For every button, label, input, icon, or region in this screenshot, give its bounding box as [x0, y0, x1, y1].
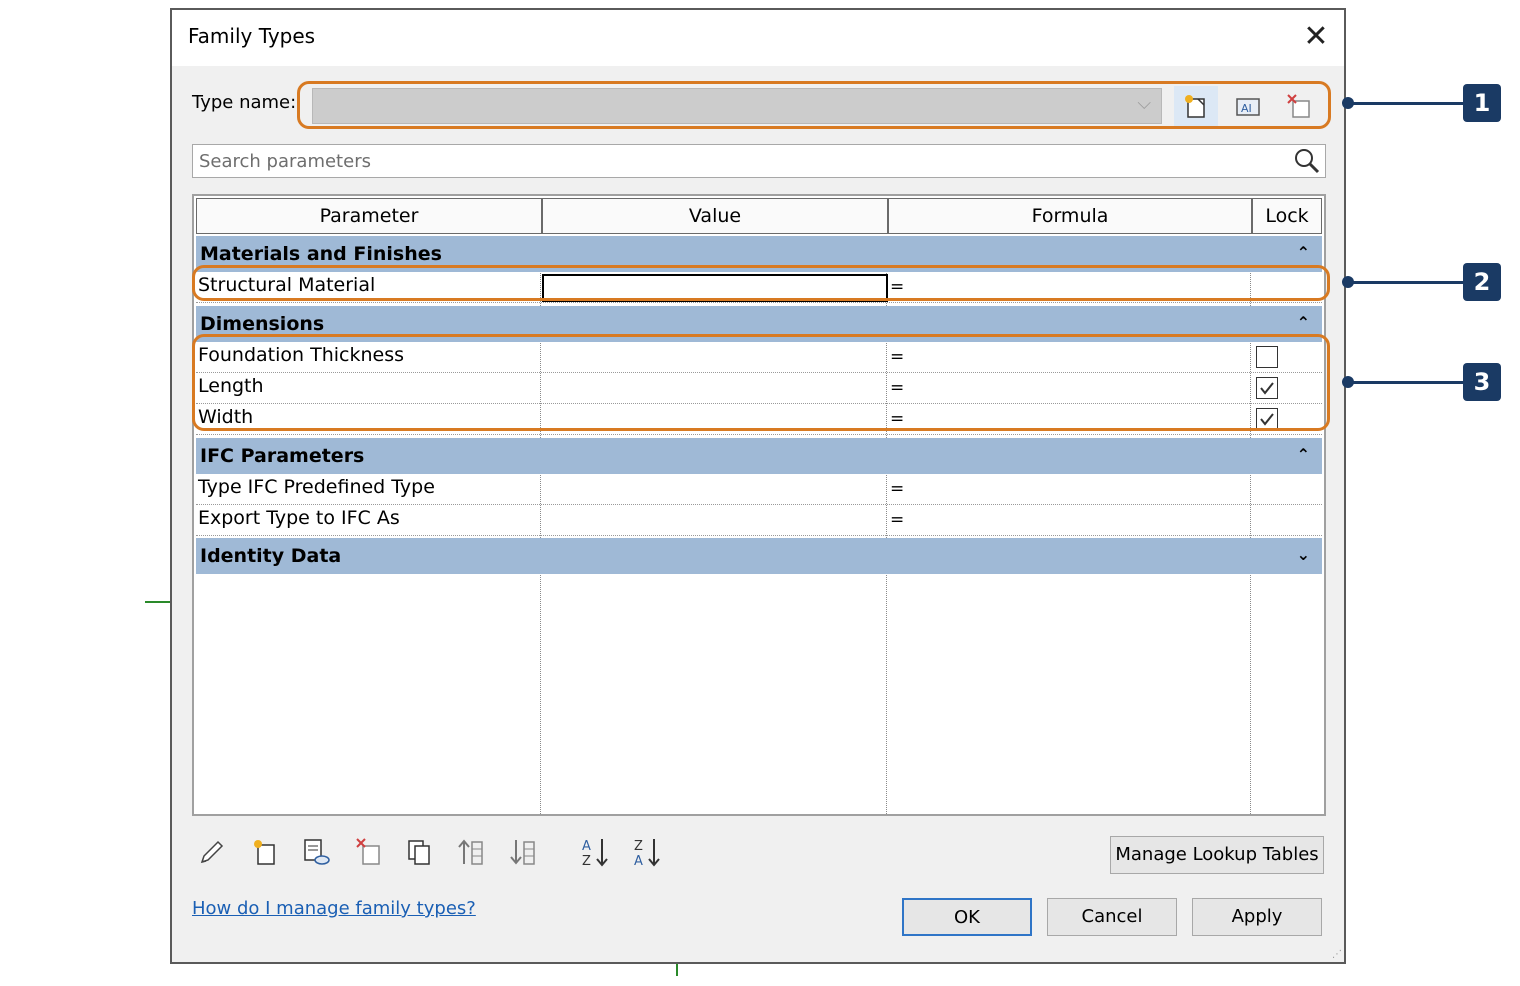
- copy-icon[interactable]: [404, 836, 440, 872]
- callout-box-type-name: [297, 81, 1331, 129]
- sort-ascending-icon[interactable]: A Z: [580, 836, 616, 872]
- new-parameter-icon[interactable]: [250, 836, 286, 872]
- group-header-identity[interactable]: Identity Data ⌄: [196, 538, 1322, 574]
- ok-button[interactable]: OK: [902, 898, 1032, 936]
- formula-cell[interactable]: =: [890, 479, 904, 499]
- help-link[interactable]: How do I manage family types?: [192, 898, 476, 919]
- sort-descending-icon[interactable]: Z A: [632, 836, 668, 872]
- badge-line: [1352, 381, 1464, 384]
- search-icon[interactable]: [1293, 147, 1321, 179]
- search-input[interactable]: Search parameters: [192, 144, 1326, 178]
- collapse-icon[interactable]: ⌃: [1297, 445, 1310, 464]
- group-label: Dimensions: [200, 313, 325, 335]
- table-row[interactable]: Export Type to IFC As =: [196, 505, 1322, 536]
- svg-text:Z: Z: [582, 854, 591, 868]
- type-name-label: Type name:: [192, 92, 297, 113]
- table-row[interactable]: Type IFC Predefined Type =: [196, 474, 1322, 505]
- column-header-parameter[interactable]: Parameter: [196, 198, 542, 234]
- title-bar: Family Types ✕: [172, 10, 1344, 66]
- parameter-name: Export Type to IFC As: [198, 507, 400, 529]
- dialog-title: Family Types: [188, 24, 316, 48]
- delete-parameter-icon[interactable]: [354, 836, 390, 872]
- badge-1: 1: [1463, 84, 1501, 122]
- badge-3: 3: [1463, 363, 1501, 401]
- callout-box-dimensions: [192, 334, 1330, 431]
- move-down-icon[interactable]: [508, 836, 544, 872]
- manage-lookup-tables-button[interactable]: Manage Lookup Tables: [1110, 836, 1324, 874]
- collapse-icon[interactable]: ⌃: [1297, 313, 1310, 332]
- apply-button[interactable]: Apply: [1192, 898, 1322, 936]
- collapse-icon[interactable]: ⌃: [1297, 243, 1310, 262]
- group-label: Identity Data: [200, 545, 342, 567]
- resize-grip-icon[interactable]: ⋰: [1332, 949, 1342, 960]
- parameter-from-shared-icon[interactable]: [300, 836, 336, 872]
- move-up-icon[interactable]: [456, 836, 492, 872]
- group-label: IFC Parameters: [200, 445, 365, 467]
- svg-text:A: A: [634, 854, 643, 868]
- column-header-lock[interactable]: Lock: [1252, 198, 1322, 234]
- svg-text:Z: Z: [634, 839, 643, 854]
- group-label: Materials and Finishes: [200, 243, 442, 265]
- edit-parameter-icon[interactable]: [196, 836, 232, 872]
- group-header-ifc[interactable]: IFC Parameters ⌃: [196, 438, 1322, 474]
- family-types-dialog: Family Types ✕ Type name: ⌵ AI Search pa…: [170, 8, 1346, 964]
- cancel-button[interactable]: Cancel: [1047, 898, 1177, 936]
- expand-icon[interactable]: ⌄: [1297, 545, 1310, 564]
- badge-line: [1352, 281, 1464, 284]
- search-placeholder: Search parameters: [199, 151, 371, 172]
- formula-cell[interactable]: =: [890, 510, 904, 530]
- close-icon[interactable]: ✕: [1298, 20, 1334, 56]
- badge-2: 2: [1463, 263, 1501, 301]
- guide-line-left: [145, 601, 171, 603]
- column-header-formula[interactable]: Formula: [888, 198, 1252, 234]
- parameter-name: Type IFC Predefined Type: [198, 476, 435, 498]
- column-header-value[interactable]: Value: [542, 198, 888, 234]
- svg-text:A: A: [582, 839, 591, 854]
- callout-box-structural-material: [192, 265, 1330, 301]
- badge-line: [1352, 102, 1464, 105]
- guide-line-bottom: [676, 964, 678, 976]
